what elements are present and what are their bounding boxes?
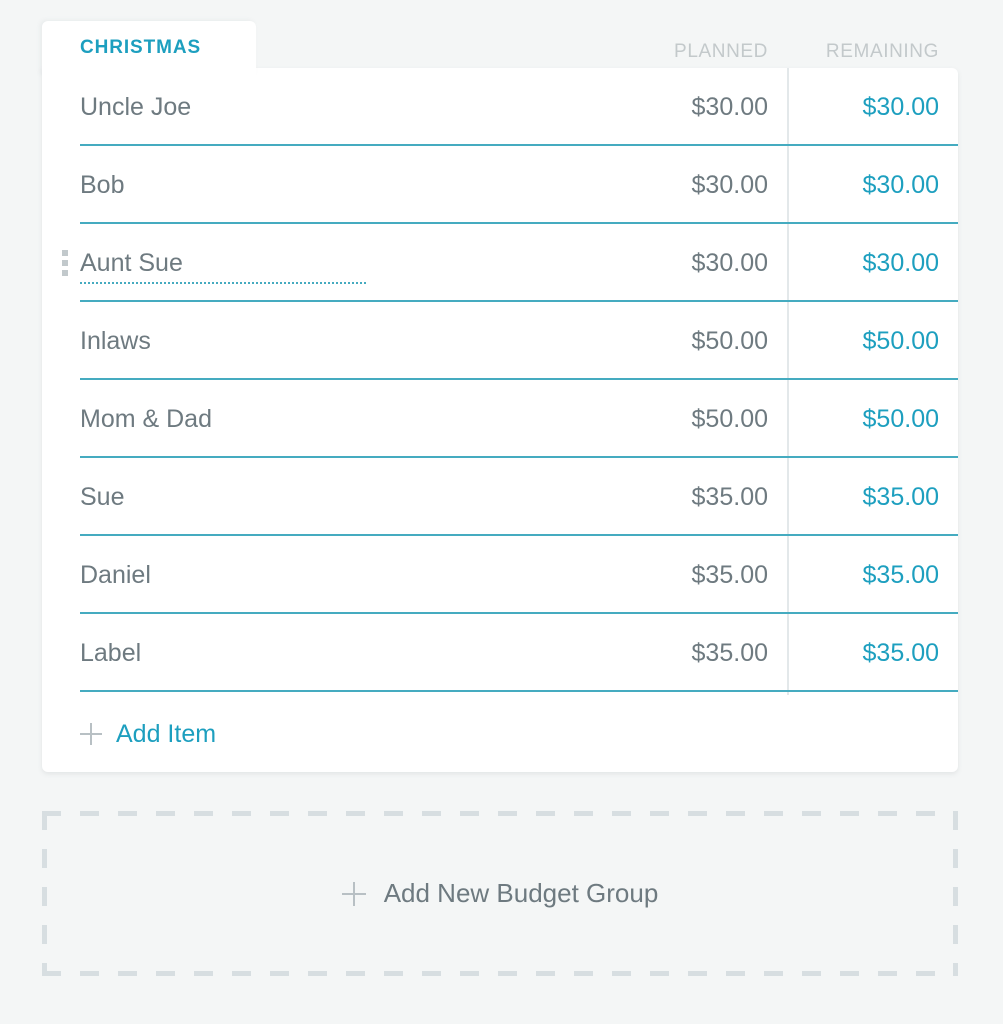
add-budget-group-label: Add New Budget Group (383, 878, 659, 908)
budget-item-planned[interactable]: $35.00 (581, 561, 786, 590)
add-budget-group-button[interactable]: Add New Budget Group (42, 811, 958, 976)
edit-field-underline (80, 282, 367, 284)
budget-item-list: Uncle Joe $30.00 $30.00 Bob $30.00 $30.0… (42, 68, 958, 692)
budget-item-name-cell[interactable]: Inlaws (42, 302, 581, 380)
budget-page: PLANNED REMAINING CHRISTMAS Uncle Joe $3… (0, 0, 1003, 1024)
budget-item-remaining: $30.00 (862, 170, 939, 199)
budget-item-name: Daniel (80, 560, 151, 589)
budget-item-name: Bob (80, 170, 125, 199)
budget-item-name-cell[interactable]: Daniel (42, 536, 581, 614)
budget-item-name: Mom & Dad (80, 404, 212, 433)
budget-item-name-cell[interactable]: Bob (42, 146, 581, 224)
budget-item-name-input[interactable]: Aunt Sue (80, 250, 183, 276)
budget-item-planned[interactable]: $30.00 (581, 93, 786, 122)
table-row[interactable]: Bob $30.00 $30.00 (42, 146, 958, 224)
budget-item-name: Uncle Joe (80, 92, 192, 121)
column-header-planned: PLANNED (674, 41, 768, 62)
budget-item-name-cell[interactable]: Label (42, 614, 581, 692)
table-row[interactable]: Sue $35.00 $35.00 (42, 458, 958, 536)
budget-item-remaining: $50.00 (862, 404, 939, 433)
budget-item-remaining: $30.00 (862, 248, 939, 277)
table-row[interactable]: Mom & Dad $50.00 $50.00 (42, 380, 958, 458)
budget-item-name-cell[interactable]: Mom & Dad (42, 380, 581, 458)
budget-item-name: Sue (80, 482, 125, 511)
budget-item-remaining: $35.00 (862, 482, 939, 511)
budget-item-name-cell[interactable]: Aunt Sue (42, 224, 581, 302)
budget-item-name: Label (80, 638, 142, 667)
budget-item-remaining: $30.00 (862, 92, 939, 121)
budget-item-planned[interactable]: $35.00 (581, 483, 786, 512)
budget-item-name: Inlaws (80, 326, 151, 355)
budget-item-name-cell[interactable]: Uncle Joe (42, 68, 581, 146)
budget-item-remaining: $50.00 (862, 326, 939, 355)
budget-group-card: CHRISTMAS Uncle Joe $30.00 $30.00 Bob $3… (42, 21, 958, 772)
budget-item-planned[interactable]: $50.00 (581, 327, 786, 356)
budget-item-name-cell[interactable]: Sue (42, 458, 581, 536)
table-row[interactable]: Uncle Joe $30.00 $30.00 (42, 68, 958, 146)
plus-icon (80, 723, 102, 745)
budget-item-planned[interactable]: $30.00 (581, 171, 786, 200)
add-item-button[interactable]: Add Item (42, 696, 958, 772)
add-item-label: Add Item (116, 719, 217, 748)
budget-group-tab[interactable]: CHRISTMAS (42, 21, 256, 81)
budget-item-remaining: $35.00 (862, 560, 939, 589)
table-row[interactable]: Daniel $35.00 $35.00 (42, 536, 958, 614)
table-row[interactable]: Inlaws $50.00 $50.00 (42, 302, 958, 380)
column-header-remaining: REMAINING (825, 41, 939, 62)
budget-item-planned[interactable]: $35.00 (581, 639, 786, 668)
table-row[interactable]: Label $35.00 $35.00 (42, 614, 958, 692)
budget-group-title: CHRISTMAS (80, 37, 202, 58)
budget-item-planned[interactable]: $30.00 (581, 249, 786, 278)
row-separator (80, 690, 958, 692)
table-row-active[interactable]: Aunt Sue $30.00 $30.00 (42, 224, 958, 302)
budget-item-remaining: $35.00 (862, 638, 939, 667)
budget-item-planned[interactable]: $50.00 (581, 405, 786, 434)
add-budget-group-content: Add New Budget Group (341, 878, 659, 909)
plus-icon (341, 881, 366, 906)
